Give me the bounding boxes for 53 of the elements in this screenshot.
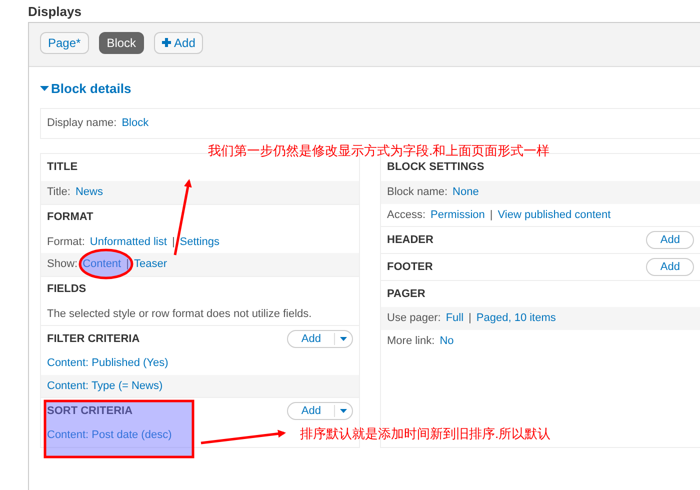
separator: | bbox=[172, 234, 175, 250]
setting-label: Title: bbox=[47, 185, 70, 200]
block-details-toggle[interactable]: Block details bbox=[29, 67, 700, 99]
caret-icon bbox=[40, 86, 49, 92]
section-title: SORT CRITERIA bbox=[47, 404, 133, 419]
section-title: BLOCK SETTINGS bbox=[387, 160, 484, 176]
section-title: FORMAT bbox=[47, 210, 94, 226]
setting-link[interactable]: Content bbox=[82, 256, 122, 272]
setting-link[interactable]: Unformatted list bbox=[90, 234, 167, 250]
section-title: FOOTER bbox=[387, 260, 433, 275]
setting-label: Use pager: bbox=[387, 311, 441, 326]
separator: | bbox=[490, 208, 493, 222]
section-title: PAGER bbox=[387, 286, 426, 302]
display-tab[interactable]: Page* bbox=[40, 32, 89, 54]
separator: | bbox=[126, 257, 129, 272]
setting-link[interactable]: Full bbox=[446, 310, 464, 326]
plus-icon bbox=[162, 38, 172, 47]
annotation-note: 我们第一步仍然是修改显示方式为字段.和上面页面形式一样 bbox=[208, 143, 550, 158]
setting-link[interactable]: No bbox=[440, 332, 454, 349]
setting-link[interactable]: View published content bbox=[498, 206, 611, 223]
field-label: Display name: bbox=[47, 116, 117, 132]
annotation-note: 排序默认就是添加时间新到旧排序.所以默认 bbox=[300, 426, 551, 441]
setting-link[interactable]: Teaser bbox=[134, 256, 167, 272]
add-button[interactable]: Add bbox=[646, 258, 694, 276]
section-title: FILTER CRITERIA bbox=[47, 332, 140, 347]
section-title: TITLE bbox=[47, 160, 78, 176]
setting-label: More link: bbox=[387, 334, 435, 348]
add-button[interactable]: Add bbox=[287, 330, 353, 348]
section-title: HEADER bbox=[387, 232, 434, 248]
setting-label: Access: bbox=[387, 208, 426, 222]
setting-link[interactable]: Content: Published (Yes) bbox=[47, 355, 168, 372]
page-title: Displays bbox=[27, 3, 82, 21]
setting-link[interactable]: None bbox=[452, 184, 479, 200]
display-tab[interactable]: Block bbox=[98, 32, 144, 54]
add-button[interactable]: Add bbox=[646, 231, 694, 249]
add-display-button[interactable]: Add bbox=[154, 32, 204, 54]
setting-link[interactable]: News bbox=[75, 184, 103, 200]
setting-link[interactable]: Paged, 10 items bbox=[476, 310, 556, 326]
setting-link[interactable]: Content: Type (= News) bbox=[47, 378, 163, 394]
setting-label: Block name: bbox=[387, 185, 448, 200]
highlight-ellipse bbox=[78, 248, 134, 280]
setting-label: Format: bbox=[47, 234, 85, 250]
caret-icon bbox=[340, 337, 347, 341]
setting-link[interactable]: Content: Post date (desc) bbox=[47, 427, 172, 444]
info-text: The selected style or row format does not utilize fields. bbox=[47, 306, 312, 322]
caret-icon bbox=[340, 409, 347, 413]
setting-link[interactable]: Settings bbox=[180, 234, 220, 250]
section-title: FIELDS bbox=[47, 282, 86, 298]
setting-label: Show: bbox=[47, 257, 78, 272]
display-name-link[interactable]: Block bbox=[122, 115, 149, 132]
separator: | bbox=[468, 311, 472, 326]
setting-link[interactable]: Permission bbox=[430, 206, 485, 223]
add-button[interactable]: Add bbox=[287, 402, 353, 420]
